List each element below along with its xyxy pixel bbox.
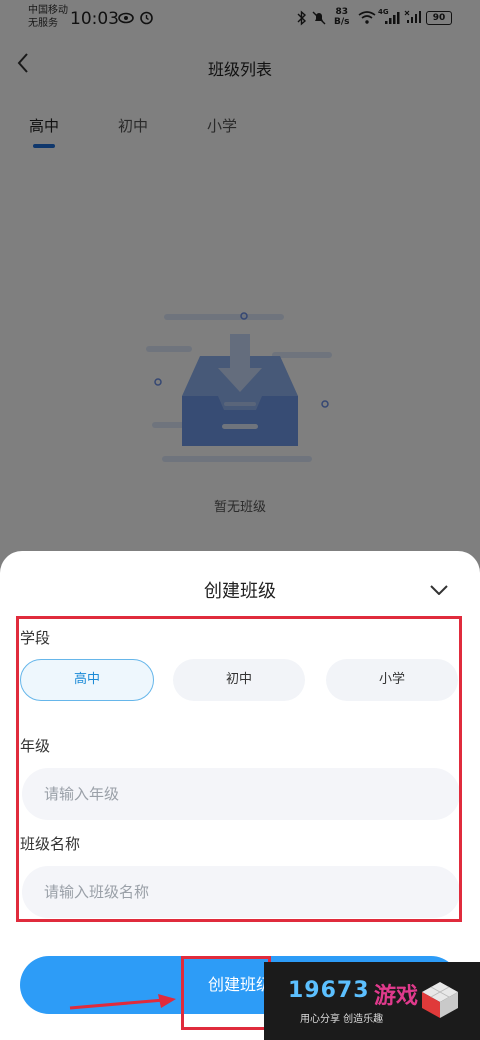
sheet-title: 创建班级 (204, 581, 276, 602)
annotation-arrow-icon (69, 994, 176, 1010)
watermark-slogan: 用心分享 创造乐趣 (300, 1014, 384, 1025)
chevron-down-icon[interactable] (430, 585, 448, 595)
cube-logo-icon (422, 982, 458, 1018)
watermark-brand: 游戏 (374, 984, 419, 1009)
watermark-logo: 19673 游戏 用心分享 创造乐趣 (264, 962, 480, 1040)
annotation-highlight-form (16, 616, 462, 922)
annotation-highlight-button (181, 956, 271, 1030)
watermark-number: 19673 (288, 978, 370, 1003)
